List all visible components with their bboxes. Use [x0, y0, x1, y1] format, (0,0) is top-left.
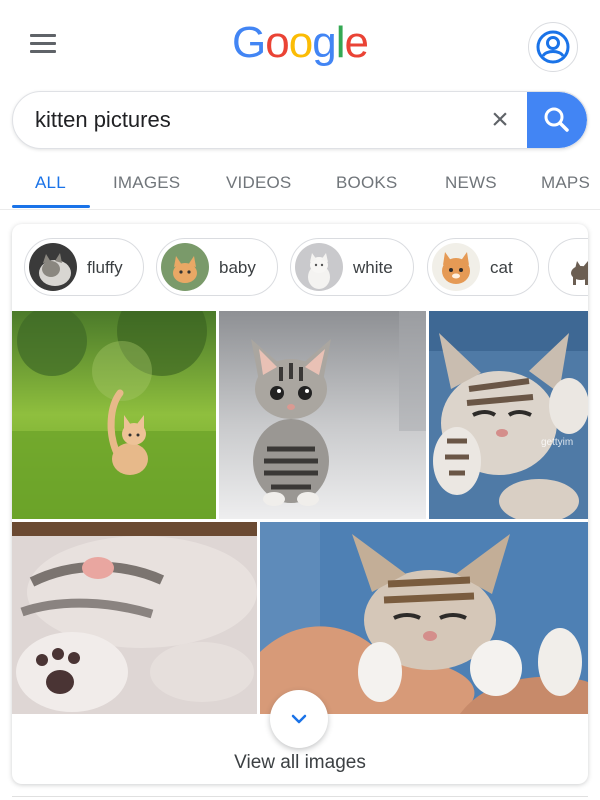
- search-input[interactable]: [35, 92, 475, 148]
- chip-fluffy[interactable]: fluffy: [24, 238, 144, 296]
- clear-search-button[interactable]: ×: [485, 103, 515, 136]
- chip-more[interactable]: [548, 238, 588, 296]
- chip-thumbnail: [553, 243, 588, 291]
- image-result-kitten-in-hand[interactable]: [260, 522, 588, 714]
- search-icon: [544, 107, 569, 132]
- watermark: gettyim: [541, 437, 573, 448]
- chip-label: baby: [219, 258, 256, 277]
- chip-label: white: [353, 258, 393, 277]
- chip-thumbnail: [432, 243, 480, 291]
- search-tabs: ALL IMAGES VIDEOS BOOKS NEWS MAPS: [0, 160, 600, 210]
- image-results-card: fluffy baby white cat gettyim View all i…: [12, 224, 588, 784]
- tab-all[interactable]: ALL: [35, 173, 66, 193]
- search-submit-button[interactable]: [527, 92, 587, 148]
- chip-white[interactable]: white: [290, 238, 414, 296]
- view-all-images-link[interactable]: View all images: [12, 752, 588, 774]
- search-bar: ×: [12, 91, 588, 149]
- image-result-tabby-kitten-sitting[interactable]: [219, 311, 426, 519]
- chip-cat[interactable]: cat: [427, 238, 539, 296]
- tab-books[interactable]: BOOKS: [336, 173, 397, 193]
- image-result-kitten-stretching[interactable]: gettyim: [429, 311, 588, 519]
- tab-maps[interactable]: MAPS: [541, 173, 590, 193]
- chevron-down-icon: [291, 714, 307, 724]
- account-circle-icon: [536, 30, 570, 64]
- chip-thumbnail: [29, 243, 77, 291]
- chip-thumbnail: [161, 243, 209, 291]
- expand-images-button[interactable]: [270, 690, 328, 748]
- chip-baby[interactable]: baby: [156, 238, 278, 296]
- image-result-kitten-paws[interactable]: [12, 522, 257, 714]
- google-logo[interactable]: Google: [232, 18, 369, 68]
- image-result-kitten-in-grass[interactable]: [12, 311, 216, 519]
- active-tab-indicator: [12, 205, 90, 208]
- hamburger-menu-icon[interactable]: [30, 34, 56, 54]
- close-icon: ×: [491, 103, 509, 136]
- account-button[interactable]: [528, 22, 578, 72]
- chip-label: fluffy: [87, 258, 123, 277]
- tab-news[interactable]: NEWS: [445, 173, 497, 193]
- tab-images[interactable]: IMAGES: [113, 173, 180, 193]
- header: Google: [0, 0, 600, 92]
- chip-thumbnail: [295, 243, 343, 291]
- chip-label: cat: [490, 258, 513, 277]
- tab-videos[interactable]: VIDEOS: [226, 173, 291, 193]
- next-card-edge: [12, 796, 588, 800]
- related-searches-chips: fluffy baby white cat: [24, 238, 588, 298]
